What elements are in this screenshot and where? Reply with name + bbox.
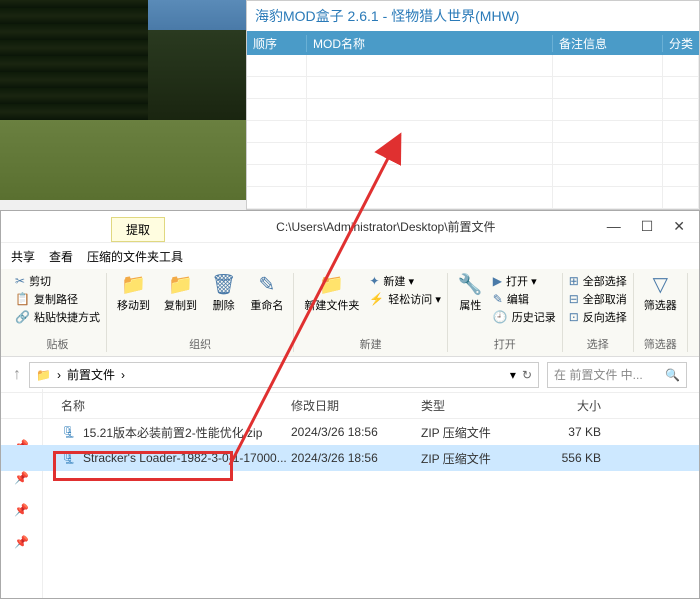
copy-path-button[interactable]: 📋复制路径	[15, 291, 100, 307]
copy-to-button[interactable]: 📁复制到	[160, 273, 201, 315]
delete-button[interactable]: 🗑删除	[207, 273, 240, 315]
ribbon: ✂剪切 📋复制路径 🔗粘贴快捷方式 贴板 📁移动到 📁复制到 🗑删除 ✎重命名 …	[1, 269, 699, 357]
group-clipboard: 贴板	[15, 336, 100, 352]
file-date: 2024/3/26 18:56	[291, 451, 421, 465]
explorer-titlebar[interactable]: 提取 C:\Users\Administrator\Desktop\前置文件 —…	[1, 211, 699, 243]
new-item-button[interactable]: ✦新建 ▾	[369, 273, 441, 289]
open-button[interactable]: ▶打开 ▾	[493, 273, 556, 289]
address-bar-row: ↑ 📁 › 前置文件 › ▾ ↻ 在 前置文件 中... 🔍	[1, 357, 699, 393]
file-list-header: 名称 修改日期 类型 大小	[1, 393, 699, 419]
group-select: 选择	[569, 336, 627, 352]
file-name: 15.21版本必装前置2-性能优化.zip	[83, 424, 262, 441]
close-button[interactable]: ✕	[673, 218, 685, 235]
explorer-window: 提取 C:\Users\Administrator\Desktop\前置文件 —…	[0, 210, 700, 599]
nav-up-button[interactable]: ↑	[13, 366, 21, 384]
access-icon: ⚡	[369, 292, 384, 306]
refresh-button[interactable]: ↻	[522, 368, 532, 382]
window-title-path: C:\Users\Administrator\Desktop\前置文件	[165, 218, 607, 235]
filter-icon: ▽	[653, 275, 668, 295]
group-filter: 筛选器	[640, 336, 681, 352]
breadcrumb-sep: ›	[121, 368, 125, 382]
select-all-button[interactable]: ⊞全部选择	[569, 273, 627, 289]
edit-button[interactable]: ✎编辑	[493, 291, 556, 307]
maximize-button[interactable]: ☐	[641, 218, 654, 235]
mod-table-header: 顺序 MOD名称 备注信息 分类	[247, 31, 699, 55]
ribbon-tab-extract[interactable]: 提取	[111, 217, 165, 242]
file-size: 37 KB	[531, 425, 611, 439]
move-to-button[interactable]: 📁移动到	[113, 273, 154, 315]
col-name[interactable]: 名称	[61, 397, 291, 414]
shortcut-icon: 🔗	[15, 310, 30, 324]
invert-selection-button[interactable]: ⊡反向选择	[569, 309, 627, 325]
scissors-icon: ✂	[15, 274, 25, 288]
easy-access-button[interactable]: ⚡轻松访问 ▾	[369, 291, 441, 307]
cut-button[interactable]: ✂剪切	[15, 273, 100, 289]
col-remark[interactable]: 备注信息	[553, 35, 663, 52]
zip-icon: 🗜	[61, 425, 79, 439]
paste-shortcut-button[interactable]: 🔗粘贴快捷方式	[15, 309, 100, 325]
filter-button[interactable]: ▽筛选器	[640, 273, 681, 315]
history-button[interactable]: 🕘历史记录	[493, 309, 556, 325]
mod-manager-window: 海豹MOD盒子 2.6.1 - 怪物猎人世界(MHW) 顺序 MOD名称 备注信…	[246, 0, 700, 210]
minimize-button[interactable]: —	[607, 218, 621, 235]
menu-share[interactable]: 共享	[11, 248, 35, 265]
copy-icon: 📁	[168, 275, 193, 295]
group-organize: 组织	[113, 336, 287, 352]
search-icon[interactable]: 🔍	[665, 368, 680, 382]
rename-icon: ✎	[258, 275, 275, 295]
pin-icon[interactable]: 📌	[14, 503, 29, 517]
col-size[interactable]: 大小	[531, 397, 611, 414]
zip-icon: 🗜	[61, 451, 79, 465]
pin-icon[interactable]: 📌	[14, 471, 29, 485]
mod-app-title: 海豹MOD盒子 2.6.1 - 怪物猎人世界(MHW)	[247, 1, 699, 31]
new-folder-icon: 📁	[319, 275, 344, 295]
path-icon: 📋	[15, 292, 30, 306]
folder-icon: 📁	[36, 368, 51, 382]
edit-icon: ✎	[493, 292, 503, 306]
col-type[interactable]: 类型	[421, 397, 531, 414]
address-bar[interactable]: 📁 › 前置文件 › ▾ ↻	[29, 362, 539, 388]
move-icon: 📁	[121, 275, 146, 295]
file-date: 2024/3/26 18:56	[291, 425, 421, 439]
invert-icon: ⊡	[569, 310, 579, 324]
breadcrumb-sep: ›	[57, 368, 61, 382]
history-icon: 🕘	[493, 310, 508, 324]
pin-icon[interactable]: 📌	[14, 535, 29, 549]
select-none-icon: ⊟	[569, 292, 579, 306]
file-size: 556 KB	[531, 451, 611, 465]
menu-zip-tools[interactable]: 压缩的文件夹工具	[87, 248, 183, 265]
col-date[interactable]: 修改日期	[291, 397, 421, 414]
file-row[interactable]: 🗜 Stracker's Loader-1982-3-0-1-17000... 2…	[1, 445, 699, 471]
trash-icon: 🗑	[211, 275, 236, 295]
file-list[interactable]: 🗜 15.21版本必装前置2-性能优化.zip 2024/3/26 18:56 Z…	[1, 419, 699, 471]
mod-table-body[interactable]	[247, 55, 699, 209]
file-type: ZIP 压缩文件	[421, 424, 531, 441]
search-placeholder: 在 前置文件 中...	[554, 366, 643, 383]
properties-icon: 🔧	[458, 275, 483, 295]
new-folder-button[interactable]: 📁新建文件夹	[300, 273, 363, 315]
col-modname[interactable]: MOD名称	[307, 35, 553, 52]
col-category[interactable]: 分类	[663, 35, 699, 52]
open-icon: ▶	[493, 274, 502, 288]
address-dropdown-icon[interactable]: ▾	[510, 368, 516, 382]
explorer-menubar: 共享 查看 压缩的文件夹工具	[1, 243, 699, 269]
group-new: 新建	[300, 336, 441, 352]
menu-view[interactable]: 查看	[49, 248, 73, 265]
group-open: 打开	[454, 336, 556, 352]
search-box[interactable]: 在 前置文件 中... 🔍	[547, 362, 687, 388]
file-name: Stracker's Loader-1982-3-0-1-17000...	[83, 451, 287, 465]
rename-button[interactable]: ✎重命名	[246, 273, 287, 315]
select-all-icon: ⊞	[569, 274, 579, 288]
select-none-button[interactable]: ⊟全部取消	[569, 291, 627, 307]
col-order[interactable]: 顺序	[247, 35, 307, 52]
new-icon: ✦	[369, 274, 379, 288]
properties-button[interactable]: 🔧属性	[454, 273, 487, 315]
breadcrumb-folder[interactable]: 前置文件	[67, 366, 115, 383]
game-screenshot	[0, 0, 246, 200]
file-type: ZIP 压缩文件	[421, 450, 531, 467]
file-row[interactable]: 🗜 15.21版本必装前置2-性能优化.zip 2024/3/26 18:56 Z…	[1, 419, 699, 445]
